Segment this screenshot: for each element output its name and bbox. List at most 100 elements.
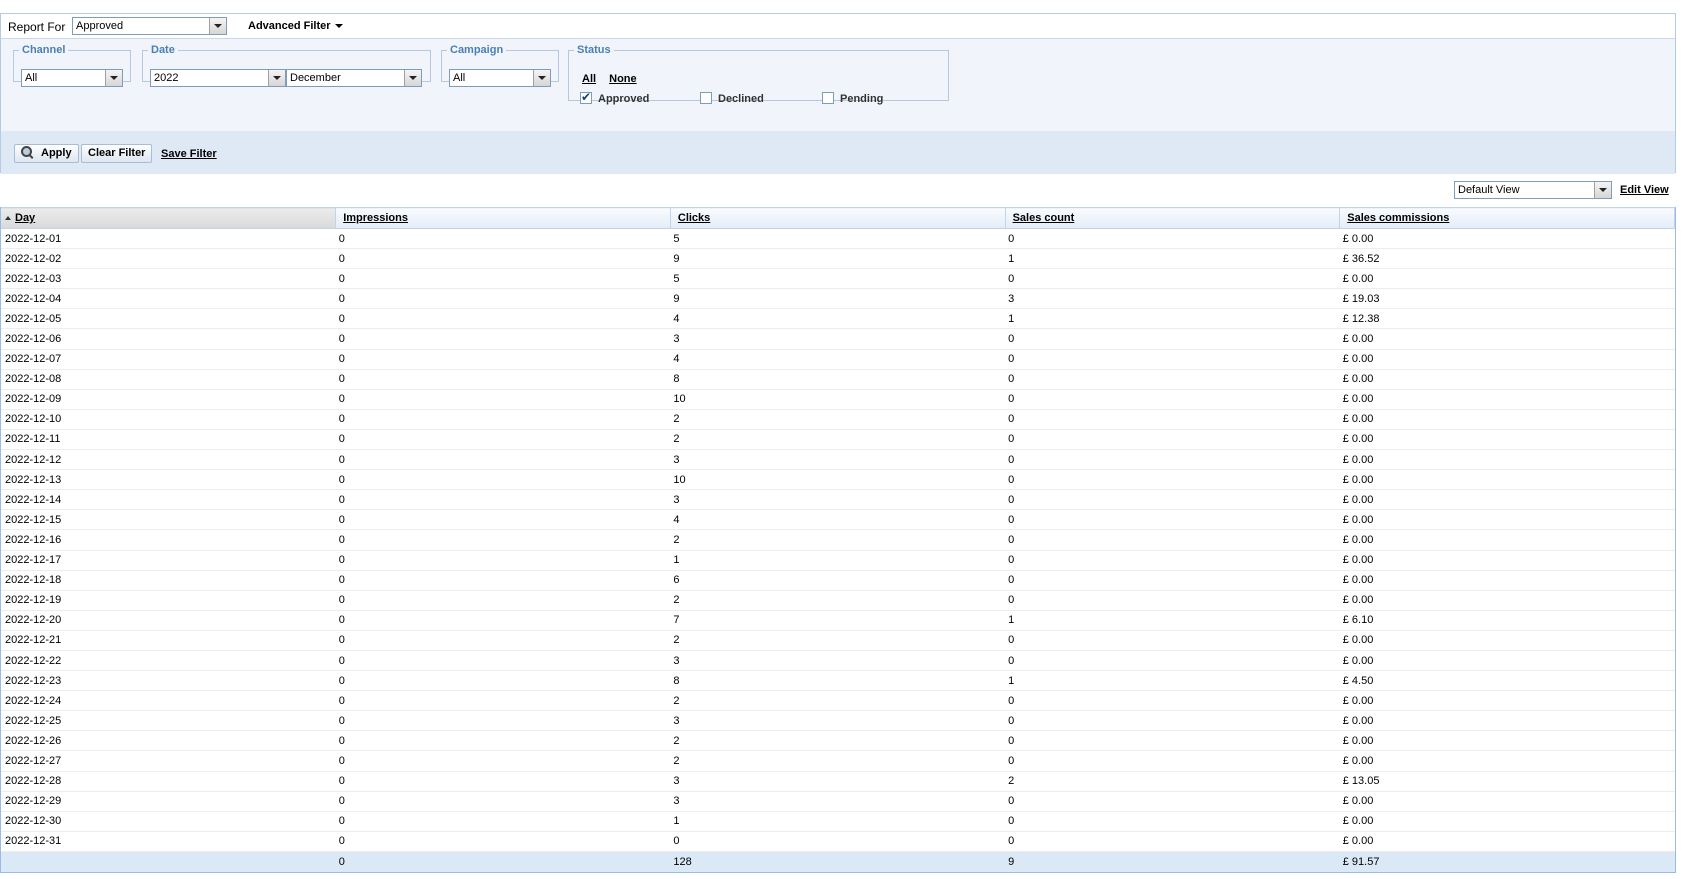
column-label-day[interactable]: Day bbox=[15, 212, 35, 224]
table-row[interactable]: 2022-12-26 0 2 0 £ 0.00 bbox=[1, 730, 1675, 752]
impressions-cell: 0 bbox=[335, 831, 671, 852]
chevron-down-icon[interactable] bbox=[533, 70, 550, 86]
table-row[interactable]: 2022-12-31 0 0 0 £ 0.00 bbox=[1, 831, 1675, 852]
clicks-cell: 5 bbox=[670, 268, 1006, 290]
status-all-link[interactable]: All bbox=[582, 73, 596, 85]
table-row[interactable]: 2022-12-30 0 1 0 £ 0.00 bbox=[1, 811, 1675, 832]
save-filter-link[interactable]: Save Filter bbox=[161, 148, 217, 160]
apply-button[interactable]: Apply bbox=[14, 144, 79, 163]
day-cell: 2022-12-24 bbox=[1, 690, 336, 712]
campaign-select[interactable]: All bbox=[449, 69, 551, 87]
table-row[interactable]: 2022-12-11 0 2 0 £ 0.00 bbox=[1, 429, 1675, 451]
clicks-cell: 8 bbox=[670, 670, 1006, 692]
table-row[interactable]: 2022-12-29 0 3 0 £ 0.00 bbox=[1, 791, 1675, 812]
table-row[interactable]: 2022-12-23 0 8 1 £ 4.50 bbox=[1, 670, 1675, 692]
day-cell: 2022-12-21 bbox=[1, 630, 336, 651]
impressions-cell: 0 bbox=[335, 369, 671, 390]
column-label-sales-count[interactable]: Sales count bbox=[1013, 212, 1075, 224]
sales-count-cell: 0 bbox=[1005, 489, 1340, 511]
table-row[interactable]: 2022-12-15 0 4 0 £ 0.00 bbox=[1, 509, 1675, 531]
channel-value: All bbox=[25, 72, 38, 84]
table-row[interactable]: 2022-12-09 0 10 0 £ 0.00 bbox=[1, 389, 1675, 410]
status-declined-option[interactable]: Declined bbox=[700, 92, 764, 105]
clear-filter-button[interactable]: Clear Filter bbox=[81, 144, 153, 163]
impressions-cell: 0 bbox=[335, 630, 671, 651]
column-label-clicks[interactable]: Clicks bbox=[678, 212, 710, 224]
channel-select[interactable]: All bbox=[21, 69, 123, 87]
day-cell: 2022-12-01 bbox=[1, 228, 336, 250]
chevron-down-icon[interactable] bbox=[404, 70, 421, 86]
table-row[interactable]: 2022-12-06 0 3 0 £ 0.00 bbox=[1, 328, 1675, 350]
sales-commissions-cell: £ 0.00 bbox=[1339, 690, 1675, 712]
table-row[interactable]: 2022-12-02 0 9 1 £ 36.52 bbox=[1, 248, 1675, 270]
table-row[interactable]: 2022-12-03 0 5 0 £ 0.00 bbox=[1, 268, 1675, 290]
chevron-down-icon[interactable] bbox=[209, 18, 226, 34]
column-header-impressions[interactable]: Impressions bbox=[335, 207, 671, 229]
clicks-cell: 0 bbox=[670, 831, 1006, 852]
table-row[interactable]: 2022-12-25 0 3 0 £ 0.00 bbox=[1, 710, 1675, 732]
table-row[interactable]: 2022-12-10 0 2 0 £ 0.00 bbox=[1, 409, 1675, 430]
day-cell: 2022-12-22 bbox=[1, 650, 336, 672]
advanced-filter-menu[interactable]: Advanced Filter bbox=[248, 20, 343, 32]
column-label-sales-commissions[interactable]: Sales commissions bbox=[1347, 212, 1449, 224]
campaign-fieldset: Campaign All bbox=[441, 44, 559, 87]
table-row[interactable]: 2022-12-04 0 9 3 £ 19.03 bbox=[1, 288, 1675, 310]
sales-count-cell: 1 bbox=[1005, 308, 1340, 330]
impressions-cell: 0 bbox=[335, 288, 671, 310]
approved-checkbox[interactable] bbox=[580, 90, 592, 104]
date-month-select[interactable]: December bbox=[286, 69, 422, 87]
column-label-impressions[interactable]: Impressions bbox=[343, 212, 408, 224]
sales-commissions-cell: £ 19.03 bbox=[1339, 288, 1675, 310]
table-row[interactable]: 2022-12-27 0 2 0 £ 0.00 bbox=[1, 750, 1675, 772]
sales-commissions-cell: £ 0.00 bbox=[1339, 529, 1675, 551]
caret-down-icon bbox=[334, 24, 343, 29]
chevron-down-icon[interactable] bbox=[1594, 182, 1611, 198]
edit-view-link[interactable]: Edit View bbox=[1620, 184, 1669, 196]
status-pending-option[interactable]: Pending bbox=[822, 92, 883, 105]
table-row[interactable]: 2022-12-28 0 3 2 £ 13.05 bbox=[1, 771, 1675, 792]
chevron-down-icon[interactable] bbox=[105, 70, 122, 86]
table-row[interactable]: 2022-12-21 0 2 0 £ 0.00 bbox=[1, 630, 1675, 651]
status-legend: Status bbox=[577, 44, 611, 56]
status-none-link[interactable]: None bbox=[609, 73, 637, 85]
table-row[interactable]: 2022-12-14 0 3 0 £ 0.00 bbox=[1, 489, 1675, 511]
table-row[interactable]: 2022-12-20 0 7 1 £ 6.10 bbox=[1, 610, 1675, 631]
sales-commissions-cell: £ 0.00 bbox=[1339, 449, 1675, 471]
table-row[interactable]: 2022-12-07 0 4 0 £ 0.00 bbox=[1, 349, 1675, 370]
day-cell: 2022-12-28 bbox=[1, 771, 336, 792]
pending-checkbox[interactable] bbox=[822, 92, 834, 104]
total-clicks-cell: 128 bbox=[670, 851, 1006, 872]
table-row[interactable]: 2022-12-01 0 5 0 £ 0.00 bbox=[1, 228, 1675, 250]
day-cell: 2022-12-02 bbox=[1, 248, 336, 270]
date-year-select[interactable]: 2022 bbox=[150, 69, 286, 87]
table-row[interactable]: 2022-12-18 0 6 0 £ 0.00 bbox=[1, 570, 1675, 591]
table-row[interactable]: 2022-12-22 0 3 0 £ 0.00 bbox=[1, 650, 1675, 672]
status-approved-option[interactable]: Approved bbox=[580, 90, 649, 105]
clicks-cell: 7 bbox=[670, 610, 1006, 631]
report-table: Day Impressions Clicks Sales count Sales… bbox=[1, 207, 1675, 872]
column-header-sales-commissions[interactable]: Sales commissions bbox=[1339, 207, 1675, 229]
table-row[interactable]: 2022-12-17 0 1 0 £ 0.00 bbox=[1, 550, 1675, 571]
table-row[interactable]: 2022-12-16 0 2 0 £ 0.00 bbox=[1, 529, 1675, 551]
report-for-select[interactable]: Approved bbox=[72, 17, 227, 35]
table-row[interactable]: 2022-12-24 0 2 0 £ 0.00 bbox=[1, 690, 1675, 712]
table-row[interactable]: 2022-12-05 0 4 1 £ 12.38 bbox=[1, 308, 1675, 330]
declined-checkbox[interactable] bbox=[700, 92, 712, 104]
impressions-cell: 0 bbox=[335, 389, 671, 410]
table-row[interactable]: 2022-12-12 0 3 0 £ 0.00 bbox=[1, 449, 1675, 471]
view-select-value: Default View bbox=[1458, 184, 1520, 196]
column-header-day[interactable]: Day bbox=[1, 207, 337, 229]
clicks-cell: 2 bbox=[670, 429, 1006, 451]
view-select[interactable]: Default View bbox=[1454, 181, 1612, 199]
day-cell: 2022-12-10 bbox=[1, 409, 336, 430]
sales-count-cell: 0 bbox=[1005, 590, 1340, 611]
table-row[interactable]: 2022-12-19 0 2 0 £ 0.00 bbox=[1, 590, 1675, 611]
column-header-sales-count[interactable]: Sales count bbox=[1005, 207, 1341, 229]
column-header-clicks[interactable]: Clicks bbox=[670, 207, 1006, 229]
chevron-down-icon[interactable] bbox=[268, 70, 285, 86]
day-cell: 2022-12-17 bbox=[1, 550, 336, 571]
table-row[interactable]: 2022-12-08 0 8 0 £ 0.00 bbox=[1, 369, 1675, 390]
sales-count-cell: 0 bbox=[1005, 268, 1340, 290]
table-row[interactable]: 2022-12-13 0 10 0 £ 0.00 bbox=[1, 469, 1675, 491]
sales-count-cell: 0 bbox=[1005, 369, 1340, 390]
